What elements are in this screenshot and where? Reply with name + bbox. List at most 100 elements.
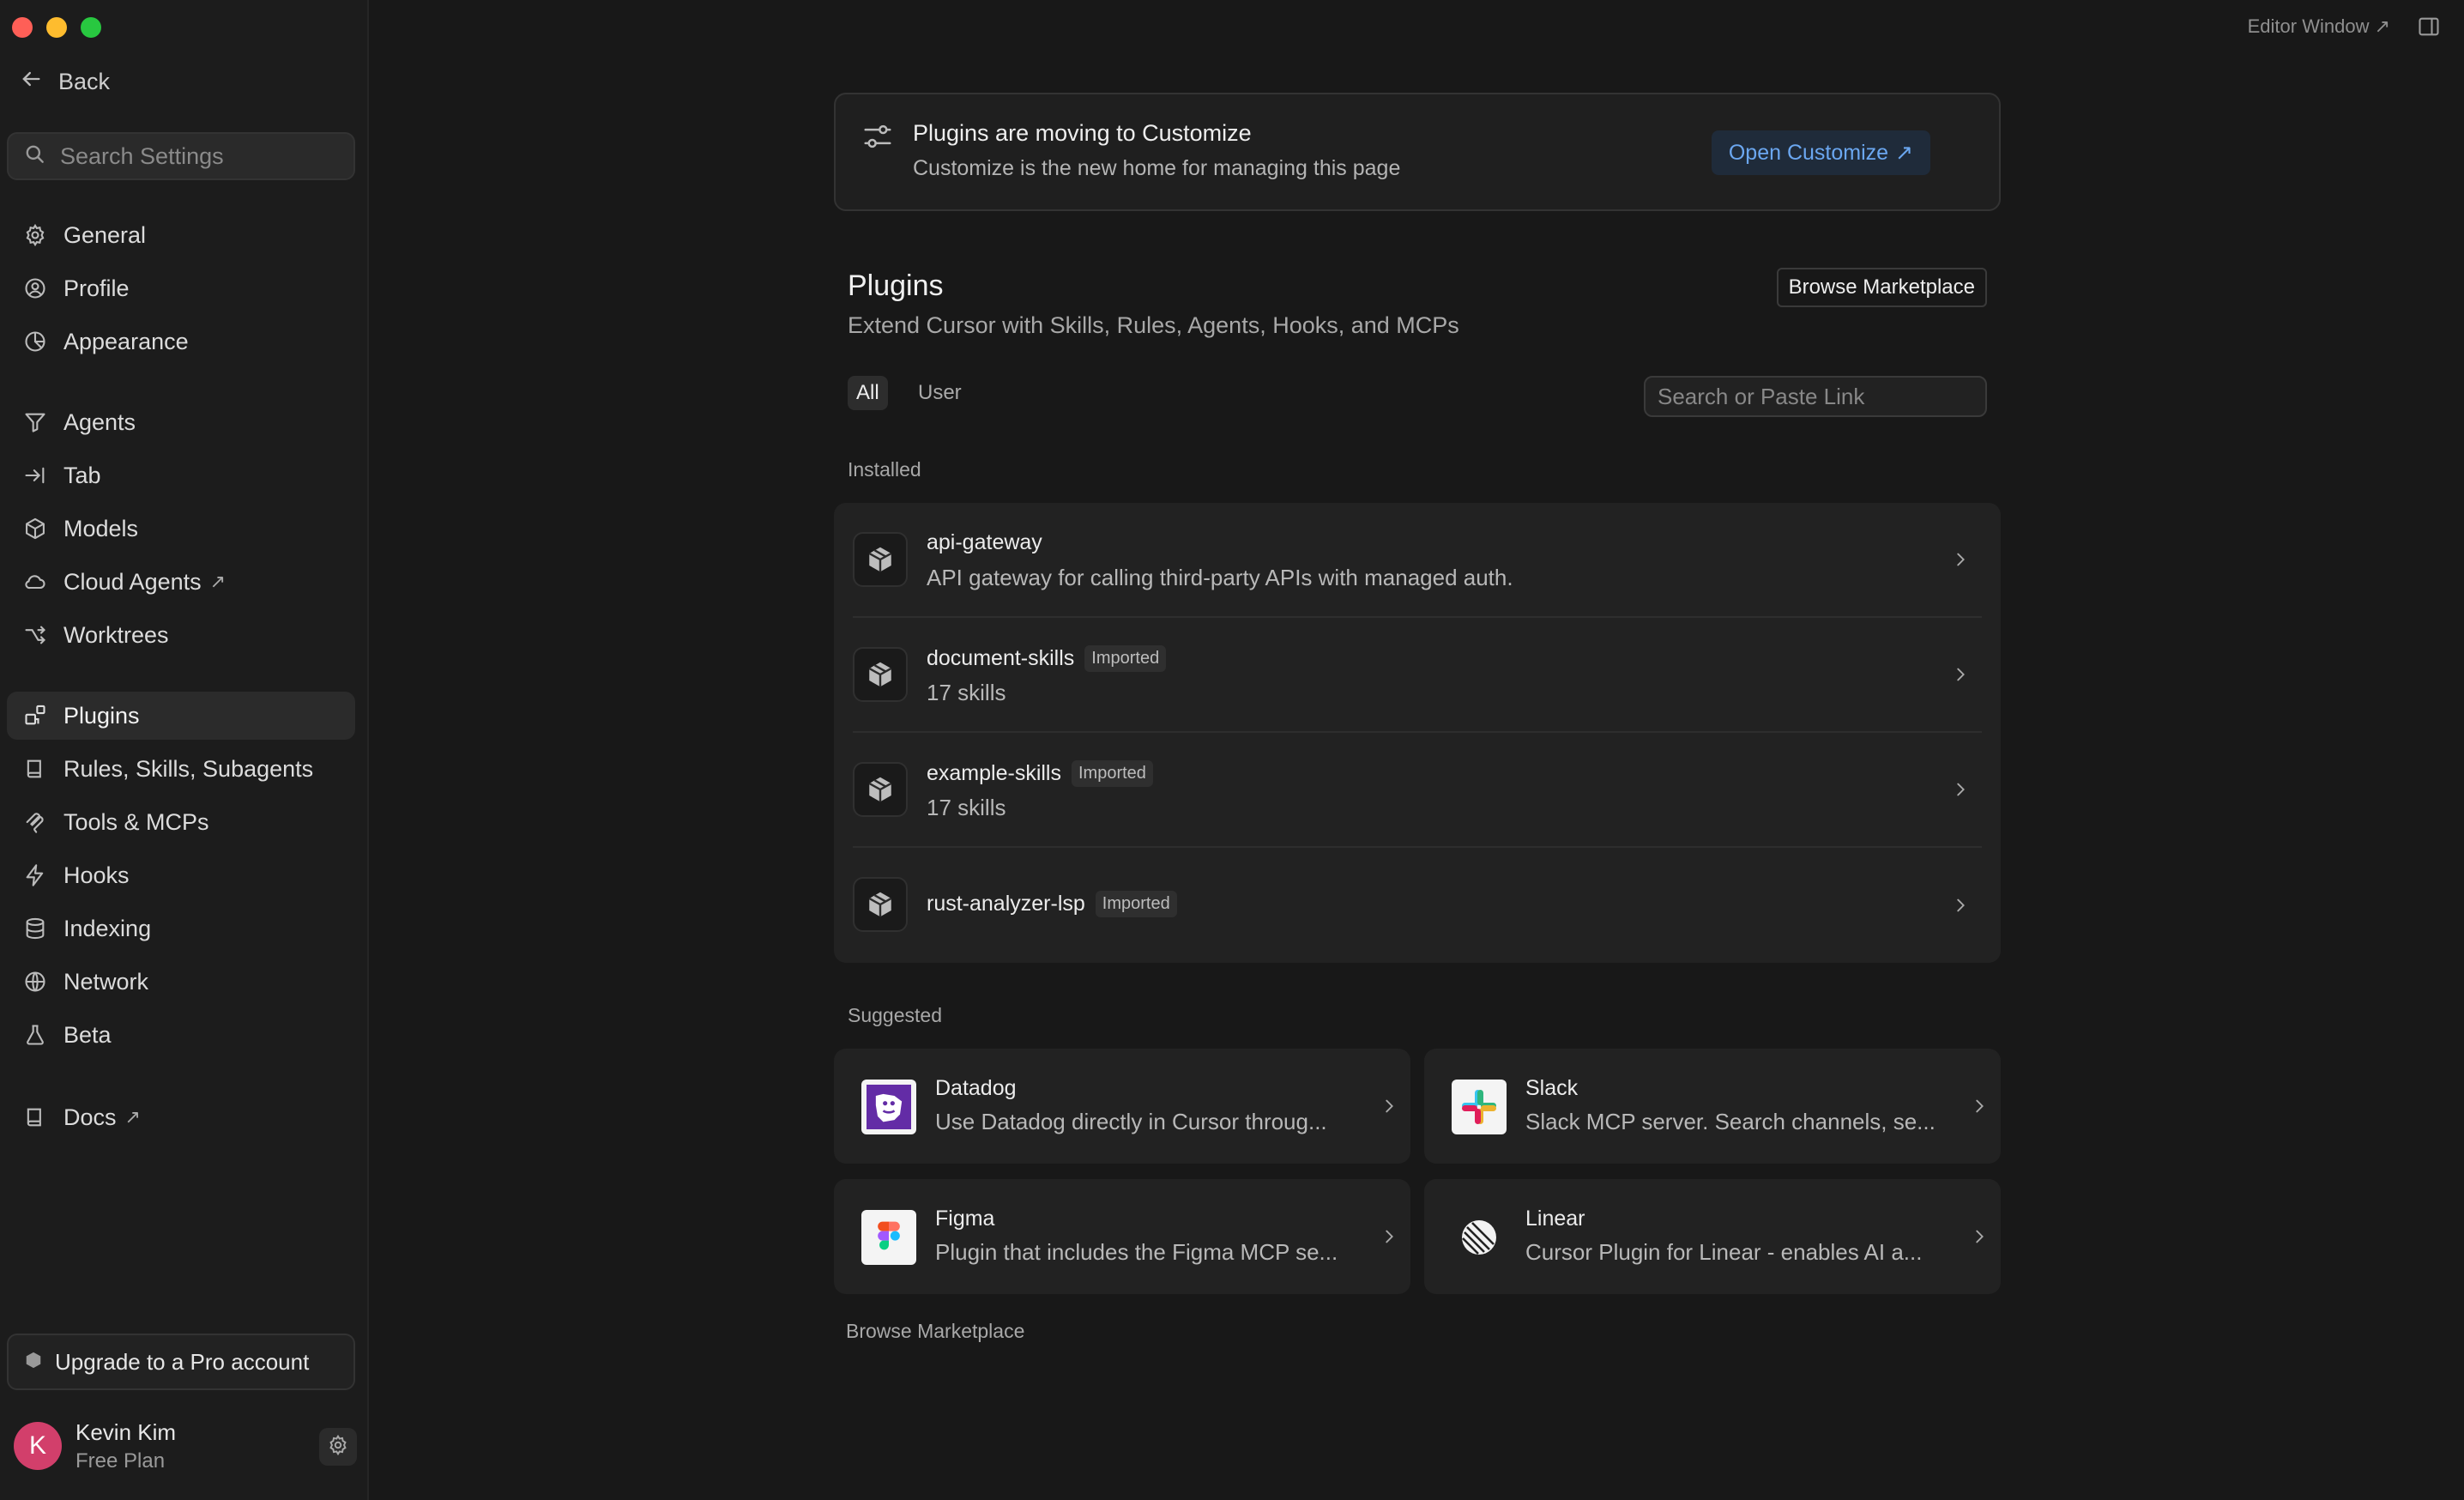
plugin-name: example-skills: [927, 761, 1061, 785]
search-icon: [24, 143, 46, 170]
open-customize-button[interactable]: Open Customize ↗: [1711, 130, 1930, 175]
imported-badge: Imported: [1095, 891, 1177, 917]
sidebar-item-label: General: [63, 221, 147, 248]
settings-search[interactable]: [7, 132, 355, 180]
editor-window-link[interactable]: Editor Window ↗: [2248, 15, 2390, 38]
sidebar-item-general[interactable]: General: [7, 211, 355, 259]
minimize-window-button[interactable]: [46, 17, 67, 38]
account-settings-button[interactable]: [319, 1428, 357, 1466]
open-customize-label: Open Customize: [1728, 140, 1889, 165]
browse-marketplace-button[interactable]: Browse Marketplace: [1776, 268, 1987, 307]
sidebar-item-tools-mcps[interactable]: Tools & MCPs: [7, 798, 355, 846]
chevron-right-icon: [1948, 892, 1973, 918]
sidebar-item-agents[interactable]: Agents: [7, 398, 355, 446]
suggested-plugin-description: Use Datadog directly in Cursor throug...: [935, 1109, 1327, 1134]
avatar[interactable]: K: [14, 1422, 62, 1470]
cube-icon: [24, 1349, 43, 1376]
plugin-name: api-gateway: [927, 530, 1042, 554]
installed-plugin-row[interactable]: example-skills Imported 17 skills: [853, 733, 1982, 848]
user-circle-icon: [21, 274, 50, 303]
search-input[interactable]: [58, 142, 336, 171]
external-link-icon: ↗: [124, 1106, 141, 1128]
settings-window: Back General Profile Appearance Agents: [0, 0, 2464, 1500]
sidebar-item-label: Hooks: [63, 862, 130, 888]
plugin-search-input[interactable]: [1656, 382, 1985, 411]
flask-icon: [21, 1020, 50, 1049]
installed-plugin-row[interactable]: api-gateway API gateway for calling thir…: [853, 503, 1982, 618]
banner-subtitle: Customize is the new home for managing t…: [913, 156, 1401, 180]
filter-all-tab[interactable]: All: [848, 376, 888, 410]
user-profile: K Kevin Kim Free Plan: [14, 1416, 357, 1476]
suggested-section-label: Suggested: [848, 1004, 942, 1026]
filter-user-tab[interactable]: User: [911, 376, 969, 410]
sidebar-item-models[interactable]: Models: [7, 505, 355, 553]
browse-marketplace-link[interactable]: Browse Marketplace: [846, 1320, 1024, 1343]
sidebar-item-plugins[interactable]: Plugins: [7, 692, 355, 740]
chevron-right-icon: [1948, 777, 1973, 802]
sidebar-item-label: Indexing: [63, 915, 152, 941]
plugin-name: document-skills: [927, 646, 1075, 670]
sidebar-item-label: Profile: [63, 275, 130, 301]
plugin-search[interactable]: [1644, 376, 1987, 417]
sidebar-item-appearance[interactable]: Appearance: [7, 318, 355, 366]
close-window-button[interactable]: [12, 17, 33, 38]
installed-section-label: Installed: [848, 458, 921, 481]
maximize-window-button[interactable]: [81, 17, 101, 38]
panel-layout-icon: [2417, 15, 2441, 43]
sidebar-item-indexing[interactable]: Indexing: [7, 904, 355, 953]
sidebar-item-cloud-agents[interactable]: Cloud Agents ↗: [7, 558, 355, 606]
sidebar-item-beta[interactable]: Beta: [7, 1011, 355, 1059]
sidebar-item-label: Network: [63, 968, 149, 995]
sidebar-item-tab[interactable]: Tab: [7, 451, 355, 499]
linear-logo-icon: [1452, 1210, 1507, 1265]
sidebar-item-label: Docs: [63, 1104, 117, 1130]
plugin-description: 17 skills: [927, 680, 1006, 705]
plugin-description: API gateway for calling third-party APIs…: [927, 565, 1513, 590]
chevron-right-icon: [1376, 1093, 1402, 1119]
sidebar-toggle-button[interactable]: [2414, 14, 2443, 43]
package-icon: [853, 877, 908, 932]
arrow-left-icon: [19, 67, 43, 97]
suggested-plugin-card-slack[interactable]: Slack Slack MCP server. Search channels,…: [1424, 1049, 2001, 1164]
suggested-plugin-description: Slack MCP server. Search channels, se...: [1525, 1109, 1936, 1134]
datadog-logo-icon: [861, 1080, 916, 1134]
banner-title: Plugins are moving to Customize: [913, 120, 1252, 146]
sidebar-item-label: Rules, Skills, Subagents: [63, 755, 314, 782]
user-name: Kevin Kim: [75, 1418, 177, 1445]
lightning-icon: [21, 861, 50, 890]
back-button[interactable]: Back: [19, 67, 110, 97]
chevron-right-icon: [1966, 1093, 1992, 1119]
funnel-icon: [21, 408, 50, 437]
suggested-plugin-name: Figma: [935, 1207, 995, 1231]
book-icon: [21, 754, 50, 783]
page-subtitle: Extend Cursor with Skills, Rules, Agents…: [848, 312, 1459, 338]
sidebar-item-docs[interactable]: Docs ↗: [7, 1093, 355, 1141]
chevron-right-icon: [1966, 1224, 1992, 1249]
suggested-plugin-card-linear[interactable]: Linear Cursor Plugin for Linear - enable…: [1424, 1179, 2001, 1294]
sidebar-item-label: Models: [63, 515, 139, 541]
back-label: Back: [58, 69, 111, 94]
window-controls: [12, 17, 101, 38]
external-link-icon: ↗: [1895, 141, 1913, 165]
sidebar-item-rules-skills-subagents[interactable]: Rules, Skills, Subagents: [7, 745, 355, 793]
sidebar-item-worktrees[interactable]: Worktrees: [7, 611, 355, 659]
sidebar-item-network[interactable]: Network: [7, 958, 355, 1006]
chevron-right-icon: [1376, 1224, 1402, 1249]
sidebar-item-profile[interactable]: Profile: [7, 264, 355, 312]
sidebar-item-label: Plugins: [63, 702, 140, 729]
installed-plugin-row[interactable]: document-skills Imported 17 skills: [853, 618, 1982, 733]
upgrade-button[interactable]: Upgrade to a Pro account: [7, 1334, 355, 1390]
palette-icon: [21, 327, 50, 356]
suggested-plugin-card-figma[interactable]: Figma Plugin that includes the Figma MCP…: [834, 1179, 1410, 1294]
cloud-icon: [21, 567, 50, 596]
suggested-plugin-name: Slack: [1525, 1076, 1579, 1100]
database-icon: [21, 914, 50, 943]
suggested-plugin-card-datadog[interactable]: Datadog Use Datadog directly in Cursor t…: [834, 1049, 1410, 1164]
installed-plugin-row[interactable]: rust-analyzer-lsp Imported: [853, 848, 1982, 963]
chevron-right-icon: [1948, 662, 1973, 687]
package-icon: [853, 647, 908, 702]
sidebar-item-label: Cloud Agents: [63, 568, 202, 595]
package-icon: [853, 762, 908, 817]
sliders-icon: [861, 120, 894, 157]
sidebar-item-hooks[interactable]: Hooks: [7, 851, 355, 899]
